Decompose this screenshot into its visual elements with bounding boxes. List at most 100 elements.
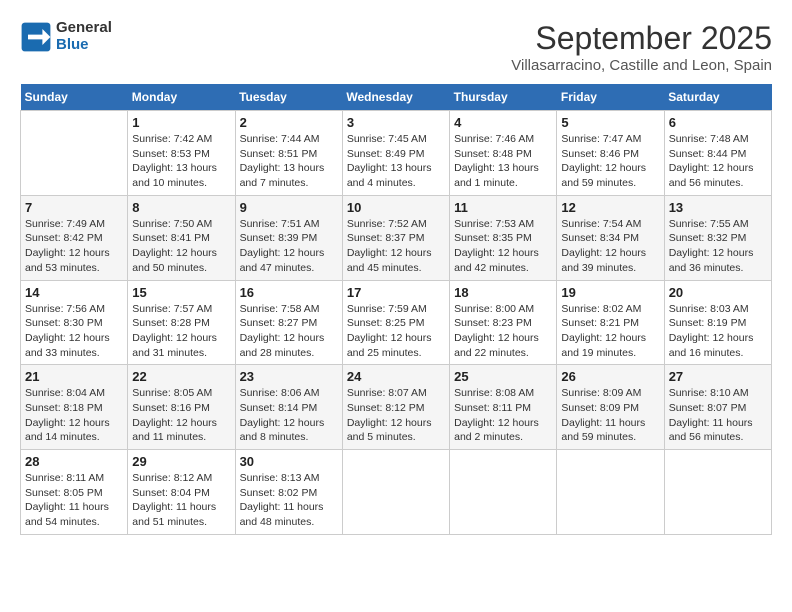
day-info: Sunrise: 8:12 AM Sunset: 8:04 PM Dayligh… xyxy=(132,471,230,530)
day-info: Sunrise: 8:00 AM Sunset: 8:23 PM Dayligh… xyxy=(454,302,552,361)
calendar-cell: 6 Sunrise: 7:48 AM Sunset: 8:44 PM Dayli… xyxy=(664,111,771,196)
day-number: 23 xyxy=(240,369,338,384)
calendar-cell: 19 Sunrise: 8:02 AM Sunset: 8:21 PM Dayl… xyxy=(557,280,664,365)
calendar-cell: 9 Sunrise: 7:51 AM Sunset: 8:39 PM Dayli… xyxy=(235,195,342,280)
day-info: Sunrise: 8:06 AM Sunset: 8:14 PM Dayligh… xyxy=(240,386,338,445)
day-number: 27 xyxy=(669,369,767,384)
calendar-cell: 29 Sunrise: 8:12 AM Sunset: 8:04 PM Dayl… xyxy=(128,450,235,535)
day-info: Sunrise: 7:49 AM Sunset: 8:42 PM Dayligh… xyxy=(25,217,123,276)
calendar-cell: 18 Sunrise: 8:00 AM Sunset: 8:23 PM Dayl… xyxy=(450,280,557,365)
day-info: Sunrise: 7:46 AM Sunset: 8:48 PM Dayligh… xyxy=(454,132,552,191)
day-number: 28 xyxy=(25,454,123,469)
day-info: Sunrise: 7:59 AM Sunset: 8:25 PM Dayligh… xyxy=(347,302,445,361)
header-monday: Monday xyxy=(128,84,235,111)
day-info: Sunrise: 7:57 AM Sunset: 8:28 PM Dayligh… xyxy=(132,302,230,361)
logo: General Blue xyxy=(20,20,112,53)
day-number: 4 xyxy=(454,115,552,130)
day-info: Sunrise: 8:07 AM Sunset: 8:12 PM Dayligh… xyxy=(347,386,445,445)
day-number: 13 xyxy=(669,200,767,215)
day-number: 21 xyxy=(25,369,123,384)
location-subtitle: Villasarracino, Castille and Leon, Spain xyxy=(511,57,772,74)
day-number: 18 xyxy=(454,285,552,300)
day-number: 17 xyxy=(347,285,445,300)
day-number: 25 xyxy=(454,369,552,384)
calendar-cell xyxy=(664,450,771,535)
calendar-header-row: SundayMondayTuesdayWednesdayThursdayFrid… xyxy=(21,84,772,111)
day-number: 2 xyxy=(240,115,338,130)
calendar-week-3: 14 Sunrise: 7:56 AM Sunset: 8:30 PM Dayl… xyxy=(21,280,772,365)
day-info: Sunrise: 7:51 AM Sunset: 8:39 PM Dayligh… xyxy=(240,217,338,276)
header-friday: Friday xyxy=(557,84,664,111)
day-number: 1 xyxy=(132,115,230,130)
day-info: Sunrise: 8:02 AM Sunset: 8:21 PM Dayligh… xyxy=(561,302,659,361)
day-number: 19 xyxy=(561,285,659,300)
day-number: 3 xyxy=(347,115,445,130)
day-info: Sunrise: 7:54 AM Sunset: 8:34 PM Dayligh… xyxy=(561,217,659,276)
calendar-cell: 28 Sunrise: 8:11 AM Sunset: 8:05 PM Dayl… xyxy=(21,450,128,535)
calendar-cell: 3 Sunrise: 7:45 AM Sunset: 8:49 PM Dayli… xyxy=(342,111,449,196)
day-info: Sunrise: 7:44 AM Sunset: 8:51 PM Dayligh… xyxy=(240,132,338,191)
calendar-cell: 5 Sunrise: 7:47 AM Sunset: 8:46 PM Dayli… xyxy=(557,111,664,196)
day-number: 22 xyxy=(132,369,230,384)
day-number: 7 xyxy=(25,200,123,215)
calendar-cell: 17 Sunrise: 7:59 AM Sunset: 8:25 PM Dayl… xyxy=(342,280,449,365)
calendar-cell: 22 Sunrise: 8:05 AM Sunset: 8:16 PM Dayl… xyxy=(128,365,235,450)
day-number: 15 xyxy=(132,285,230,300)
day-number: 29 xyxy=(132,454,230,469)
day-info: Sunrise: 8:04 AM Sunset: 8:18 PM Dayligh… xyxy=(25,386,123,445)
title-block: September 2025 Villasarracino, Castille … xyxy=(511,20,772,74)
day-info: Sunrise: 7:48 AM Sunset: 8:44 PM Dayligh… xyxy=(669,132,767,191)
calendar-cell: 2 Sunrise: 7:44 AM Sunset: 8:51 PM Dayli… xyxy=(235,111,342,196)
calendar-cell xyxy=(342,450,449,535)
calendar-cell: 10 Sunrise: 7:52 AM Sunset: 8:37 PM Dayl… xyxy=(342,195,449,280)
calendar-week-2: 7 Sunrise: 7:49 AM Sunset: 8:42 PM Dayli… xyxy=(21,195,772,280)
header-tuesday: Tuesday xyxy=(235,84,342,111)
calendar-cell: 21 Sunrise: 8:04 AM Sunset: 8:18 PM Dayl… xyxy=(21,365,128,450)
day-info: Sunrise: 7:42 AM Sunset: 8:53 PM Dayligh… xyxy=(132,132,230,191)
day-number: 24 xyxy=(347,369,445,384)
day-number: 30 xyxy=(240,454,338,469)
day-info: Sunrise: 8:09 AM Sunset: 8:09 PM Dayligh… xyxy=(561,386,659,445)
day-info: Sunrise: 7:53 AM Sunset: 8:35 PM Dayligh… xyxy=(454,217,552,276)
calendar-cell: 20 Sunrise: 8:03 AM Sunset: 8:19 PM Dayl… xyxy=(664,280,771,365)
day-info: Sunrise: 8:13 AM Sunset: 8:02 PM Dayligh… xyxy=(240,471,338,530)
calendar-cell: 8 Sunrise: 7:50 AM Sunset: 8:41 PM Dayli… xyxy=(128,195,235,280)
day-info: Sunrise: 7:58 AM Sunset: 8:27 PM Dayligh… xyxy=(240,302,338,361)
day-info: Sunrise: 7:56 AM Sunset: 8:30 PM Dayligh… xyxy=(25,302,123,361)
day-number: 8 xyxy=(132,200,230,215)
day-info: Sunrise: 8:08 AM Sunset: 8:11 PM Dayligh… xyxy=(454,386,552,445)
day-info: Sunrise: 7:55 AM Sunset: 8:32 PM Dayligh… xyxy=(669,217,767,276)
logo-icon xyxy=(20,21,52,53)
day-number: 9 xyxy=(240,200,338,215)
calendar-cell: 14 Sunrise: 7:56 AM Sunset: 8:30 PM Dayl… xyxy=(21,280,128,365)
calendar-cell xyxy=(450,450,557,535)
day-number: 14 xyxy=(25,285,123,300)
logo-text-blue: Blue xyxy=(56,37,112,54)
calendar-cell: 25 Sunrise: 8:08 AM Sunset: 8:11 PM Dayl… xyxy=(450,365,557,450)
month-title: September 2025 xyxy=(511,20,772,57)
calendar-cell: 30 Sunrise: 8:13 AM Sunset: 8:02 PM Dayl… xyxy=(235,450,342,535)
day-number: 6 xyxy=(669,115,767,130)
logo-text-general: General xyxy=(56,20,112,37)
calendar-cell: 11 Sunrise: 7:53 AM Sunset: 8:35 PM Dayl… xyxy=(450,195,557,280)
day-info: Sunrise: 7:50 AM Sunset: 8:41 PM Dayligh… xyxy=(132,217,230,276)
calendar-cell: 16 Sunrise: 7:58 AM Sunset: 8:27 PM Dayl… xyxy=(235,280,342,365)
calendar-cell: 13 Sunrise: 7:55 AM Sunset: 8:32 PM Dayl… xyxy=(664,195,771,280)
day-number: 11 xyxy=(454,200,552,215)
calendar-cell: 15 Sunrise: 7:57 AM Sunset: 8:28 PM Dayl… xyxy=(128,280,235,365)
calendar-cell: 24 Sunrise: 8:07 AM Sunset: 8:12 PM Dayl… xyxy=(342,365,449,450)
calendar-cell: 4 Sunrise: 7:46 AM Sunset: 8:48 PM Dayli… xyxy=(450,111,557,196)
calendar-week-4: 21 Sunrise: 8:04 AM Sunset: 8:18 PM Dayl… xyxy=(21,365,772,450)
day-number: 5 xyxy=(561,115,659,130)
calendar-week-5: 28 Sunrise: 8:11 AM Sunset: 8:05 PM Dayl… xyxy=(21,450,772,535)
calendar-cell xyxy=(557,450,664,535)
calendar-cell: 1 Sunrise: 7:42 AM Sunset: 8:53 PM Dayli… xyxy=(128,111,235,196)
day-number: 10 xyxy=(347,200,445,215)
day-info: Sunrise: 7:47 AM Sunset: 8:46 PM Dayligh… xyxy=(561,132,659,191)
day-info: Sunrise: 8:05 AM Sunset: 8:16 PM Dayligh… xyxy=(132,386,230,445)
day-number: 26 xyxy=(561,369,659,384)
page-header: General Blue September 2025 Villasarraci… xyxy=(20,20,772,74)
calendar-cell: 23 Sunrise: 8:06 AM Sunset: 8:14 PM Dayl… xyxy=(235,365,342,450)
calendar-cell: 12 Sunrise: 7:54 AM Sunset: 8:34 PM Dayl… xyxy=(557,195,664,280)
day-info: Sunrise: 8:03 AM Sunset: 8:19 PM Dayligh… xyxy=(669,302,767,361)
